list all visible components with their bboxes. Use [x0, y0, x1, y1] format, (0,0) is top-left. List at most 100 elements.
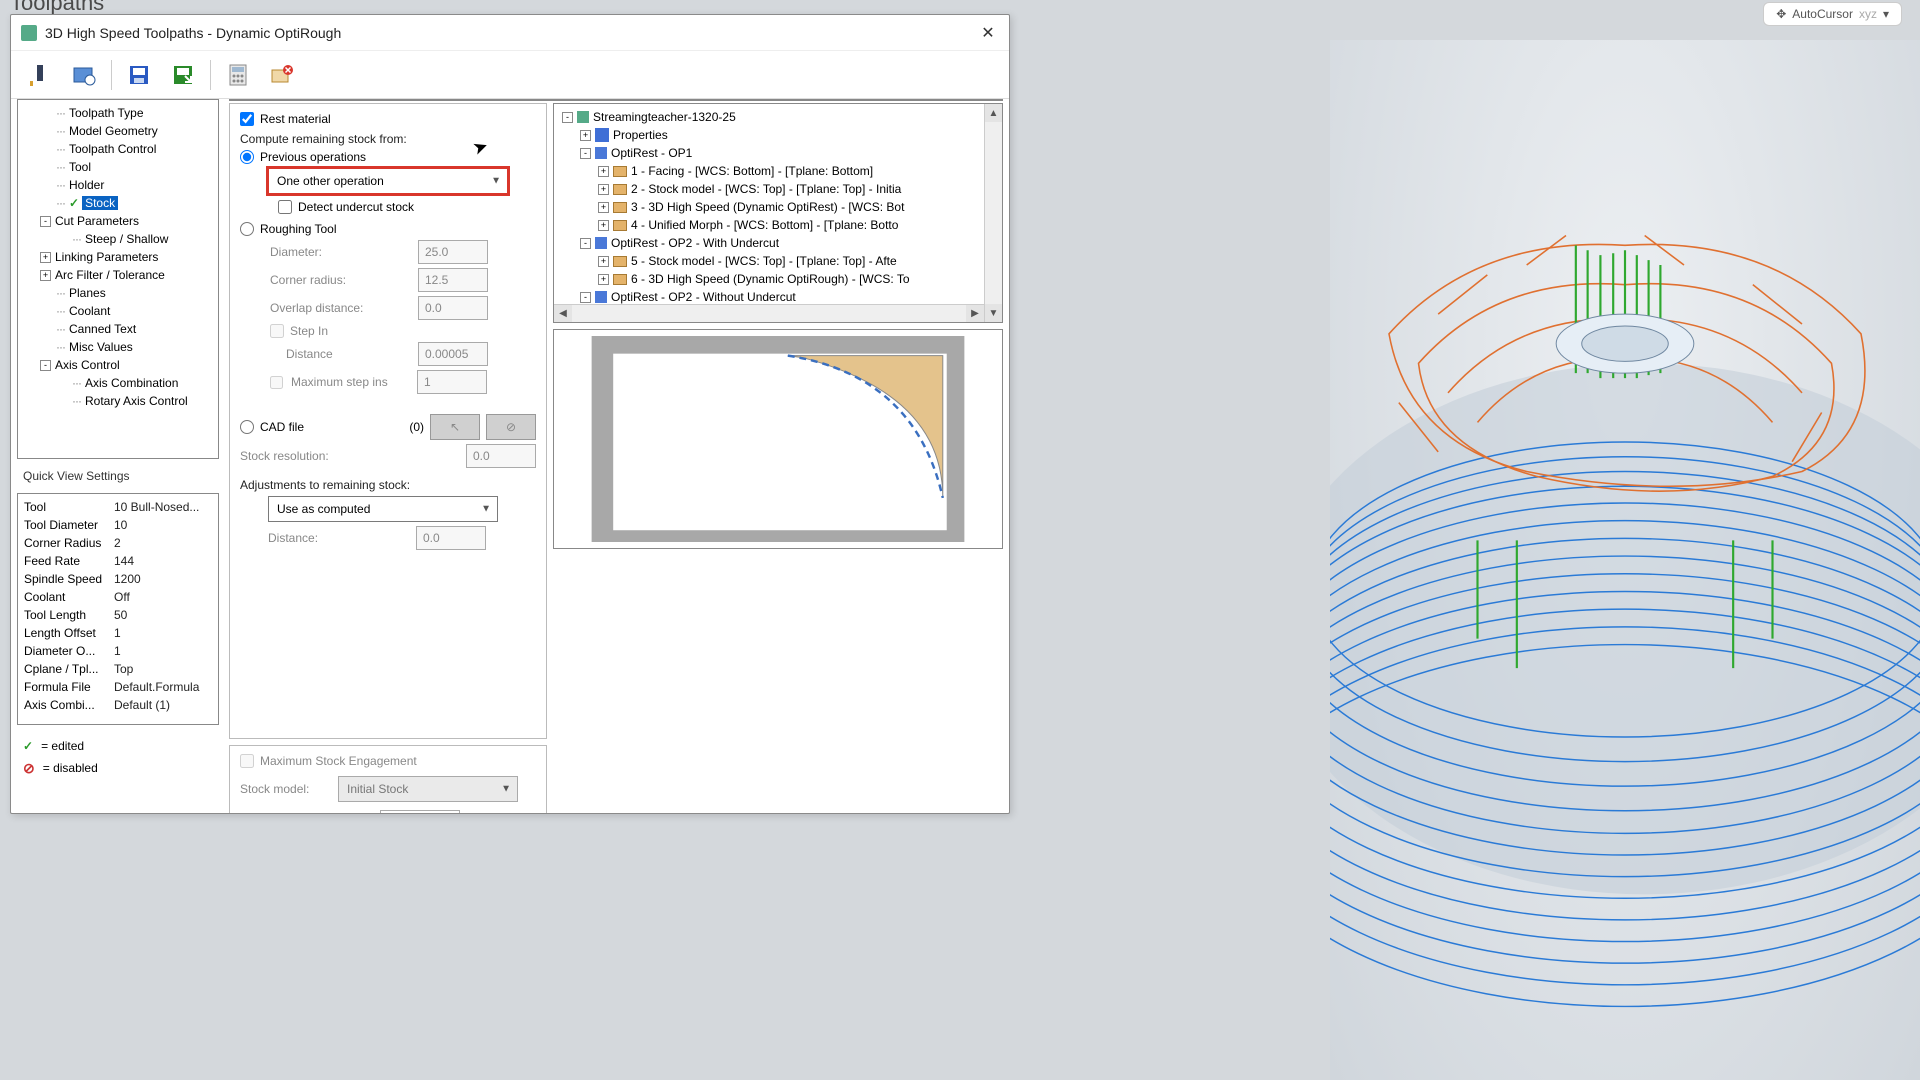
nav-item[interactable]: ···Misc Values [20, 338, 216, 356]
nav-item[interactable]: + Linking Parameters [20, 248, 216, 266]
expand-icon[interactable]: + [40, 252, 51, 263]
vertical-scrollbar[interactable]: ▲ ▼ [984, 104, 1002, 322]
expand-icon[interactable]: - [580, 292, 591, 303]
roughing-tool-label: Roughing Tool [260, 222, 337, 236]
legend-edited: = edited [41, 739, 84, 753]
nav-item[interactable]: ··· Coolant [20, 302, 216, 320]
expand-icon[interactable]: + [580, 130, 591, 141]
operations-tree[interactable]: -Streamingteacher-1320-25+Properties - Opt… [553, 103, 1003, 323]
expand-icon[interactable]: + [598, 184, 609, 195]
nav-item[interactable]: ···Holder [20, 176, 216, 194]
cad-file-radio[interactable] [240, 420, 254, 434]
expand-icon[interactable]: - [580, 238, 591, 249]
autocursor-sub: xyz [1859, 7, 1877, 21]
quickview-row: Corner Radius2 [24, 534, 212, 552]
adjustments-dropdown[interactable]: Use as computed ▼ [268, 496, 498, 522]
ops-label: OptiRest - OP1 [611, 146, 692, 160]
ops-label: OptiRest - OP2 - With Undercut [611, 236, 779, 250]
cad-clear-button[interactable]: ⊘ [486, 414, 536, 440]
quickview-row: Cplane / Tpl...Top [24, 660, 212, 678]
expand-icon[interactable]: - [40, 360, 51, 371]
autocursor-chip[interactable]: ✥ AutoCursor xyz ▾ [1763, 2, 1902, 26]
cad-select-button[interactable]: ↖ [430, 414, 480, 440]
ops-tree-item[interactable]: - OptiRest - OP2 - With Undercut [558, 234, 980, 252]
nav-item-label: Coolant [69, 304, 110, 318]
ops-tree-item[interactable]: +1 - Facing - [WCS: Bottom] - [Tplane: B… [558, 162, 980, 180]
qv-value: 144 [114, 554, 134, 568]
ops-label: 2 - Stock model - [WCS: Top] - [Tplane: … [631, 182, 901, 196]
horizontal-scrollbar[interactable]: ◀ ▶ [554, 304, 984, 322]
close-button[interactable]: ✕ [977, 22, 999, 44]
nav-item-label: Steep / Shallow [85, 232, 168, 246]
ops-tree-item[interactable]: +3 - 3D High Speed (Dynamic OptiRest) - … [558, 198, 980, 216]
scroll-left-icon[interactable]: ◀ [554, 305, 572, 322]
rest-material-checkbox[interactable] [240, 112, 254, 126]
nav-item[interactable]: ···Axis Combination [20, 374, 216, 392]
nav-item[interactable]: ···Canned Text [20, 320, 216, 338]
nav-item[interactable]: -Cut Parameters [20, 212, 216, 230]
nav-item[interactable]: ···Steep / Shallow [20, 230, 216, 248]
ops-tree-item[interactable]: -Streamingteacher-1320-25 [558, 108, 980, 126]
3d-viewport[interactable] [1330, 40, 1920, 1080]
previous-ops-dropdown[interactable]: One other operation ▼ [268, 168, 508, 194]
expand-icon[interactable]: + [598, 166, 609, 177]
corner-radius-label: Corner radius: [270, 273, 410, 287]
nav-item[interactable]: ···Toolpath Control [20, 140, 216, 158]
group-icon [595, 237, 607, 249]
nav-item[interactable]: ···✓Stock [20, 194, 216, 212]
quickview-row: Tool Length50 [24, 606, 212, 624]
qv-key: Tool Diameter [24, 518, 114, 532]
app-icon [21, 25, 37, 41]
scroll-up-icon[interactable]: ▲ [985, 104, 1002, 122]
max-depth-input [380, 810, 460, 813]
ops-tree-item[interactable]: - OptiRest - OP1 [558, 144, 980, 162]
ops-tree-item[interactable]: +5 - Stock model - [WCS: Top] - [Tplane:… [558, 252, 980, 270]
calculator-button[interactable] [221, 58, 255, 92]
nav-item[interactable]: ···Toolpath Type [20, 104, 216, 122]
nav-item[interactable]: -Axis Control [20, 356, 216, 374]
ops-tree-item[interactable]: +6 - 3D High Speed (Dynamic OptiRough) -… [558, 270, 980, 288]
qv-key: Diameter O... [24, 644, 114, 658]
expand-icon[interactable]: - [562, 112, 573, 123]
detect-undercut-checkbox[interactable] [278, 200, 292, 214]
scroll-down-icon[interactable]: ▼ [985, 304, 1002, 322]
nav-item[interactable]: +Arc Filter / Tolerance [20, 266, 216, 284]
quickview-box: Tool10 Bull-Nosed...Tool Diameter10Corne… [17, 493, 219, 725]
nav-item-label: Rotary Axis Control [85, 394, 188, 408]
save-as-button[interactable] [166, 58, 200, 92]
stock-form: Rest material Compute remaining stock fr… [229, 103, 547, 739]
expand-icon[interactable]: - [40, 216, 51, 227]
nav-item[interactable]: ···Rotary Axis Control [20, 392, 216, 410]
nav-tree[interactable]: ···Toolpath Type···Model Geometry···Tool… [17, 99, 219, 459]
ops-tree-item[interactable]: +4 - Unified Morph - [WCS: Bottom] - [Tp… [558, 216, 980, 234]
mse-label: Maximum Stock Engagement [260, 754, 417, 768]
adj-distance-label: Distance: [268, 531, 408, 545]
scroll-right-icon[interactable]: ▶ [966, 305, 984, 322]
expand-icon[interactable]: + [598, 220, 609, 231]
stock-res-input [466, 444, 536, 468]
nav-item[interactable]: ···Planes [20, 284, 216, 302]
previous-ops-radio[interactable] [240, 150, 254, 164]
settings-button[interactable] [67, 58, 101, 92]
folder-icon [613, 202, 627, 213]
ops-tree-item[interactable]: +Properties [558, 126, 980, 144]
expand-icon[interactable]: - [580, 148, 591, 159]
expand-icon[interactable]: + [40, 270, 51, 281]
tree-branch-icon: ··· [56, 304, 65, 318]
nav-item[interactable]: ···Tool [20, 158, 216, 176]
expand-icon[interactable]: + [598, 256, 609, 267]
nav-item-label: Linking Parameters [55, 250, 158, 264]
ops-tree-item[interactable]: +2 - Stock model - [WCS: Top] - [Tplane:… [558, 180, 980, 198]
roughing-tool-radio[interactable] [240, 222, 254, 236]
qv-value: 10 Bull-Nosed... [114, 500, 199, 514]
delete-button[interactable] [265, 58, 299, 92]
expand-icon[interactable]: + [598, 202, 609, 213]
nav-item[interactable]: ···Model Geometry [20, 122, 216, 140]
save-button[interactable] [122, 58, 156, 92]
expand-icon[interactable]: + [598, 274, 609, 285]
overlap-label: Overlap distance: [270, 301, 410, 315]
qv-key: Tool Length [24, 608, 114, 622]
qv-key: Tool [24, 500, 114, 514]
tool-button[interactable] [23, 58, 57, 92]
cad-file-label: CAD file [260, 420, 304, 434]
